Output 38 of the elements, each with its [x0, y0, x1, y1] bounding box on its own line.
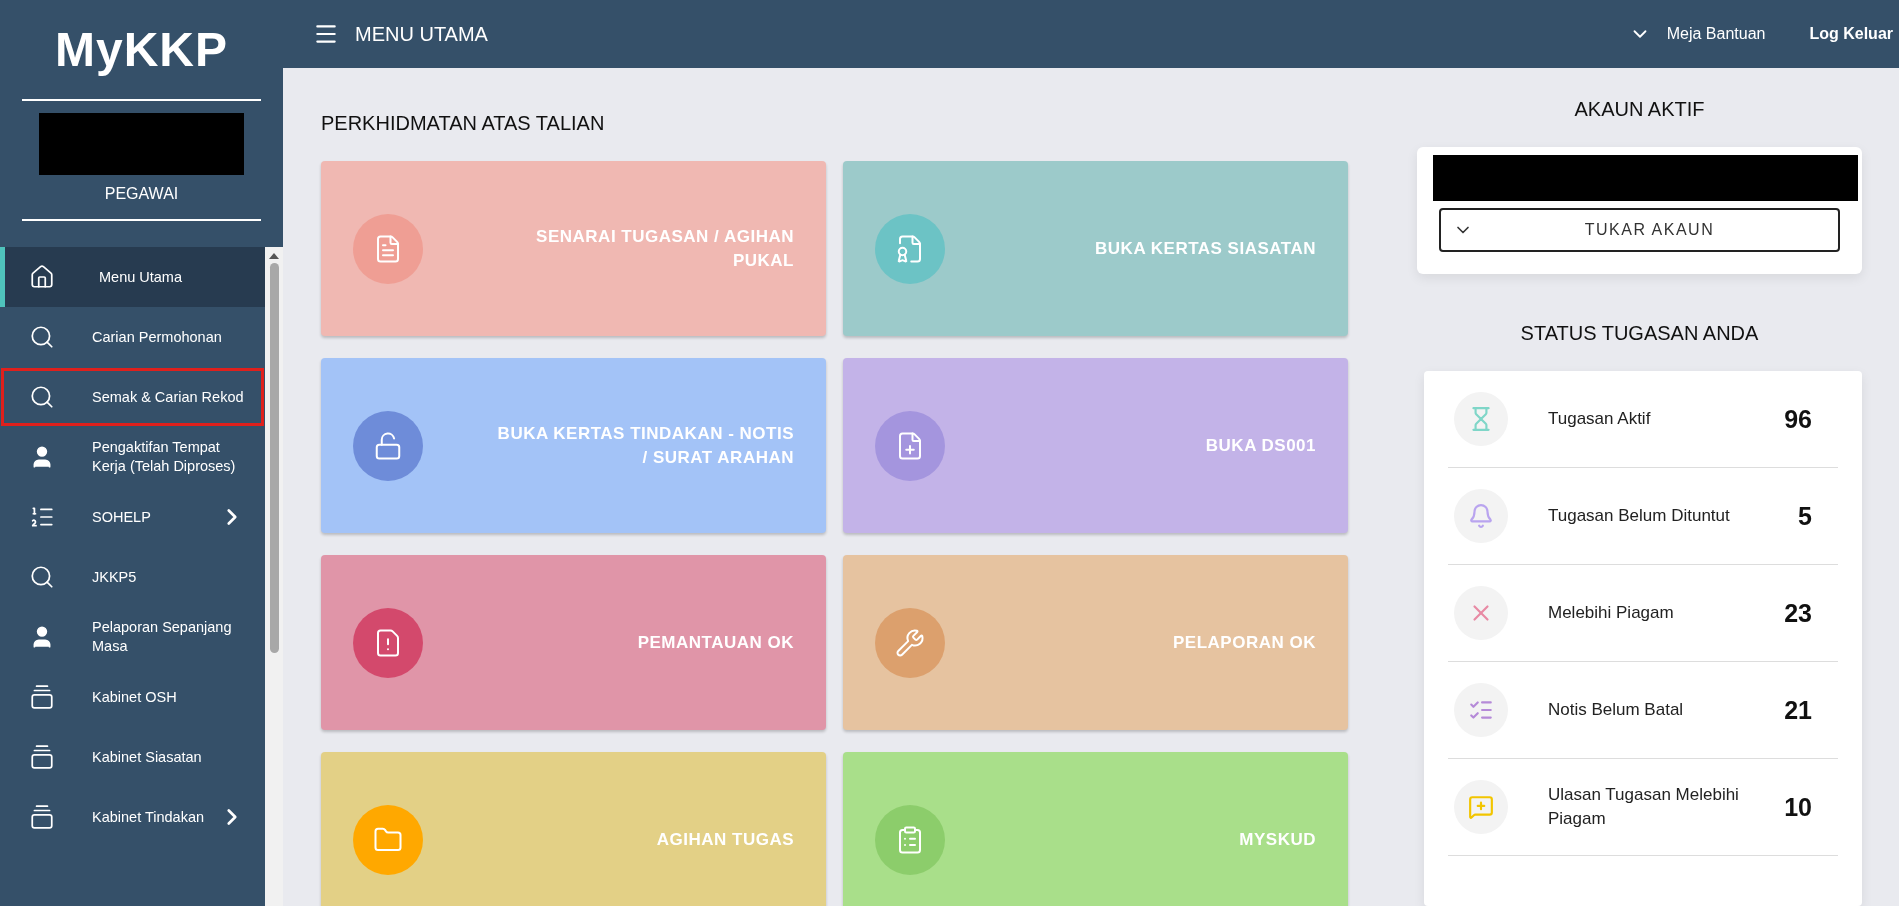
- section-heading: STATUS TUGASAN ANDA: [1519, 322, 1760, 345]
- sidebar-item[interactable]: Kabinet Tindakan: [0, 787, 265, 847]
- user-role: PEGAWAI: [104, 185, 179, 203]
- sidebar-item[interactable]: Carian Permohonan: [0, 307, 265, 367]
- menu-item-icon: [29, 804, 55, 830]
- sidebar-item[interactable]: Kabinet OSH: [0, 667, 265, 727]
- sidebar-item[interactable]: Menu Utama: [0, 247, 265, 307]
- menu-item-icon: [29, 744, 55, 770]
- sidebar-item[interactable]: Pelaporan Sepanjang Masa: [0, 607, 265, 667]
- menu-item-icon: [29, 384, 55, 410]
- section-heading: PERKHIDMATAN ATAS TALIAN: [321, 112, 606, 135]
- menu-item-icon: [29, 564, 55, 590]
- top-bar-link[interactable]: Log Keluar: [1809, 25, 1893, 43]
- status-count: 23: [1784, 598, 1812, 628]
- status-count: 21: [1784, 695, 1812, 725]
- menu-item-icon: [29, 324, 55, 350]
- menu-item-icon: [29, 264, 55, 290]
- top-bar-link[interactable]: Meja Bantuan: [1666, 25, 1766, 43]
- page-title: MENU UTAMA: [355, 22, 489, 46]
- status-label: Tugasan Aktif: [1548, 408, 1652, 430]
- scrollbar[interactable]: [265, 247, 283, 906]
- menu-item-icon: [29, 684, 55, 710]
- status-count: 10: [1784, 792, 1812, 822]
- status-count: 96: [1784, 404, 1812, 434]
- status-label: Tugasan Belum Dituntut: [1548, 505, 1731, 527]
- sidebar-item[interactable]: SOHELP: [0, 487, 265, 547]
- switch-account-button[interactable]: TUKAR AKAUN: [1439, 208, 1840, 252]
- sidebar-item[interactable]: Kabinet Siasatan: [0, 727, 265, 787]
- status-label: Ulasan Tugasan Melebihi Piagam: [1548, 784, 1740, 830]
- logo: MyKKP: [55, 22, 228, 77]
- status-label: Melebihi Piagam: [1548, 602, 1675, 624]
- status-label: Notis Belum Batal: [1548, 699, 1685, 721]
- sidebar-item[interactable]: Pengaktifan Tempat Kerja (Telah Diproses): [0, 427, 265, 487]
- sidebar-item[interactable]: Semak & Carian Rekod: [0, 367, 265, 427]
- sidebar-item[interactable]: JKKP5: [0, 547, 265, 607]
- status-count: 5: [1798, 501, 1812, 531]
- menu-item-icon: [29, 504, 55, 530]
- section-heading: AKAUN AKTIF: [1573, 98, 1706, 121]
